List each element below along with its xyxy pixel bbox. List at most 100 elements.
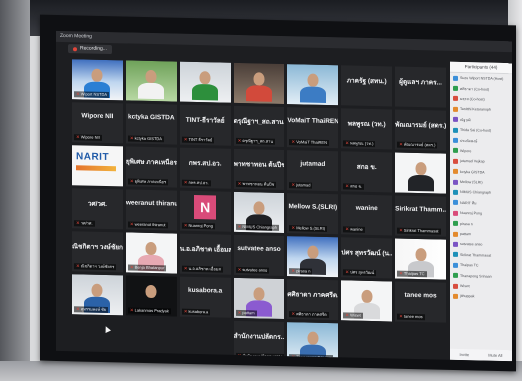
- participant-tile[interactable]: [233, 62, 285, 105]
- participant-name: VoMaiT ThaiREN: [287, 117, 339, 126]
- person-head: [253, 72, 265, 86]
- participant-tile[interactable]: ปศร สุทรวัฒน์ (น... ✕ ปศร สุทรวัฒน์: [341, 237, 393, 279]
- participant-tile[interactable]: ✕ Thaipas TC: [395, 238, 446, 280]
- participant-tile[interactable]: ✕ Wiport NSTDA: [72, 59, 123, 101]
- participant-name: ปศร สุทรวัฒน์ (น...: [341, 249, 393, 258]
- participant-avatar: [453, 293, 458, 299]
- participant-tile[interactable]: สกอ ข. ✕ สกอ ข.: [341, 151, 393, 193]
- participant-tile[interactable]: [179, 61, 231, 103]
- participant-label-text: weeranut thiranut: [134, 221, 166, 228]
- person-head: [307, 73, 319, 87]
- participant-tile[interactable]: ✕ pattam: [233, 277, 285, 320]
- muted-mic-icon: ✕: [291, 311, 296, 317]
- participant-tile[interactable]: Wipore NII ✕ Wipore NII: [72, 102, 123, 144]
- participant-tile[interactable]: ✕ สุทรรมพงษ์ ชัย: [72, 274, 123, 316]
- participant-name: wanine: [355, 204, 378, 213]
- participant-tile[interactable]: tanee mos ✕ tanee mos: [395, 281, 446, 323]
- participant-tile[interactable]: [125, 60, 177, 102]
- participant-avatar: [453, 137, 458, 143]
- participant-tile[interactable]: ภาครัฐ (สทน.): [341, 65, 393, 107]
- muted-mic-icon: ✕: [237, 309, 242, 316]
- muted-mic-icon: ✕: [129, 307, 134, 313]
- muted-mic-icon: ✕: [399, 313, 403, 319]
- participant-name: สกอ ข.: [356, 163, 377, 172]
- participant-name: sutvatee anso: [237, 244, 281, 253]
- participant-tile[interactable]: kusabora.a ✕ kusabora.a: [179, 276, 231, 318]
- participant-tile[interactable]: N ✕ Nuanroj Pong: [179, 190, 231, 232]
- participant-tile[interactable]: ศศิธาดา ภาคศรีต... ✕ ศศิธาดา ภาคศรีต: [287, 279, 339, 321]
- participant-tile[interactable]: [287, 64, 339, 106]
- participant-name: Sirikrat Thamm...: [395, 205, 446, 214]
- participant-tile[interactable]: VoMaiT ThaiREN ✕ VoMaiT ThaiREN: [287, 107, 339, 149]
- participant-tile[interactable]: ณิชกิตาฯ วงษ์ชัยกร ✕ ณิชกิตาฯ วงษ์ชัยกร: [72, 231, 123, 273]
- video-feed: [287, 64, 339, 106]
- participant-label: ✕ Wipore NII: [74, 134, 102, 141]
- participant-tile[interactable]: weeranut thiranut ✕ weeranut thiranut: [125, 189, 177, 231]
- participant-tile[interactable]: ยุพิเศษ ภาคเหนือร ข... ✕ยุพิเศษ ภาคเหนือร: [125, 146, 177, 188]
- participant-row-name: jithuppak: [460, 294, 475, 299]
- participant-tile[interactable]: ดรุณีฐาฯ_สถ.สาน... ✕ ดรุณีฐาฯ_สถ.สาน: [233, 105, 285, 148]
- participant-tile[interactable]: jutamad ✕ jutamad: [287, 150, 339, 192]
- participant-tile[interactable]: [395, 152, 446, 194]
- participant-tile[interactable]: Mellow S.(SLRI) ✕ Mellow S.(SLRI): [287, 193, 339, 235]
- participant-row-name: NIMUS Chiangraph: [460, 190, 492, 196]
- participant-tile[interactable]: ✕Thanapong Srinaan: [287, 322, 339, 362]
- participant-avatar: [453, 158, 458, 164]
- participant-tile[interactable]: wanine ✕ wanine: [341, 194, 393, 236]
- participant-tile[interactable]: กพร.สป.อว. ✕ กพร.สป.อว.: [179, 147, 231, 189]
- participant-tile[interactable]: ✕ pirasa n: [287, 236, 339, 278]
- recording-indicator[interactable]: Recording...: [68, 44, 112, 55]
- participant-name: ศศิธาดา ภาคศรีต...: [287, 291, 339, 300]
- participant-tile[interactable]: kctyka GISTDA ✕ kctyka GISTDA: [125, 103, 177, 145]
- participant-label: ✕ พาทชาทอน ต้นปีช: [235, 180, 277, 188]
- participant-tile[interactable]: พลพูรณ (วท.) ✕ พลพูรณ (วท.): [341, 108, 393, 150]
- participant-label-text: พัณณารมย์ (สดร.): [403, 141, 436, 148]
- participant-tile[interactable]: วศ/วศ. ✕ วศ/วศ.: [72, 188, 123, 230]
- participant-label: ✕ พลพูรณ (วท.): [343, 140, 376, 148]
- participant-avatar: [453, 262, 458, 268]
- participant-label-text: Wiswt: [350, 312, 361, 318]
- participant-label: ✕ ยุพิเศษ ภาคเหนือร: [127, 178, 169, 186]
- participant-tile[interactable]: ✕ Wiswt: [341, 280, 393, 322]
- participant-name: kusabora.a: [187, 286, 223, 295]
- participant-name: น.อ.อภิชาต เอื้อมส...: [179, 245, 231, 254]
- participant-tile[interactable]: sutvatee anso ✕ sutvatee anso: [233, 234, 285, 277]
- participant-tile[interactable]: ✕ Lakanmas Pradyak: [125, 275, 177, 317]
- participant-row[interactable]: jithuppak: [450, 291, 512, 303]
- participant-avatar: [453, 200, 458, 206]
- participant-tile[interactable]: ✕ Benja Bhatanpur: [125, 232, 177, 274]
- muted-mic-icon: ✕: [129, 264, 134, 270]
- person-body: [299, 86, 326, 103]
- person-head: [145, 284, 157, 299]
- participant-tile[interactable]: NARIT: [72, 145, 123, 187]
- mute-all-button[interactable]: Mute All: [488, 353, 502, 358]
- participant-label-text: ศศิธาดา ภาคศรีต: [296, 311, 327, 317]
- participant-tile[interactable]: น.อ.อภิชาต เอื้อมส... ✕ น.อ.อภิชาต เอื้อมส: [179, 233, 231, 275]
- person-body: [138, 82, 165, 100]
- participant-label: ✕ TINT ธีราวัลย์: [181, 136, 215, 144]
- participant-tile[interactable]: พัณณารมย์ (สดร.) ✕ พัณณารมย์ (สดร.): [395, 109, 446, 151]
- wall-left: [0, 0, 30, 381]
- participant-row-name: มธุรส (Co-host): [460, 96, 485, 102]
- participant-avatar: [453, 85, 458, 92]
- participant-tile[interactable]: Sirikrat Thamm... ✕ Sirikrat Thammasat: [395, 195, 446, 237]
- participant-tile[interactable]: พาทชาทอน ต้นปีช... ✕ พาทชาทอน ต้นปีช: [233, 148, 285, 191]
- participant-avatar: [453, 179, 458, 185]
- participant-name: ดรุณีฐาฯ_สถ.สาน...: [233, 117, 285, 127]
- invite-button[interactable]: Invite: [460, 352, 470, 357]
- person-head: [361, 289, 373, 304]
- participant-label: ✕ ปศร สุทรวัฒน์: [343, 269, 377, 277]
- participant-name: วศ/วศ.: [87, 200, 107, 208]
- participant-tile[interactable]: ผู้ดูแลฯ ภาคร...: [395, 66, 446, 108]
- participant-avatar: [453, 252, 458, 258]
- participant-row-name: sutvatee anso: [460, 242, 483, 247]
- participant-row-name: NARIT ทีม: [460, 200, 477, 206]
- person-head: [307, 331, 319, 345]
- participant-row-name: Thida Sai (Co-host): [460, 128, 492, 133]
- muted-mic-icon: ✕: [345, 312, 350, 318]
- participant-avatar: [453, 241, 458, 247]
- participant-tile[interactable]: ✕ NIMUS Chiangraph: [233, 191, 285, 234]
- participant-tile[interactable]: TINT-ธีราวัลย์ ✕ TINT ธีราวัลย์: [179, 104, 231, 146]
- participant-avatar: [453, 75, 458, 81]
- participant-name: ณิชกิตาฯ วงษ์ชัยกร: [72, 243, 123, 252]
